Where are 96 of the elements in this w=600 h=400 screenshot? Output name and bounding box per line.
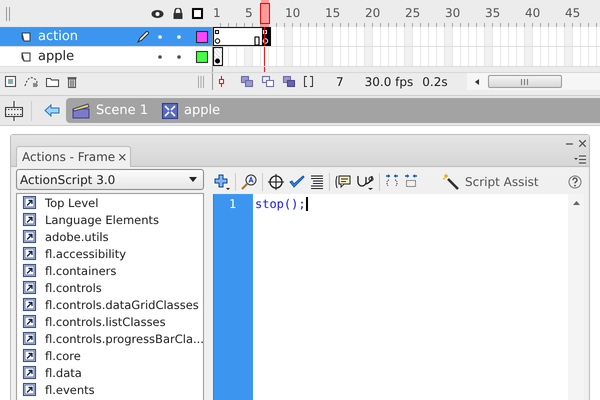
frame-span[interactable] (213, 27, 271, 46)
layer-icon (21, 32, 31, 42)
layer-icon (21, 52, 31, 62)
package-icon (23, 298, 36, 311)
dot-icon[interactable] (177, 54, 181, 58)
toolbox-item[interactable]: fl.containers (45, 264, 116, 278)
onion-markers-icon[interactable] (304, 76, 313, 87)
frame-number: 15 (325, 6, 340, 20)
layer-color-swatch[interactable] (196, 50, 208, 62)
package-icon (23, 213, 36, 226)
toolbox-item[interactable]: fl.data (45, 366, 82, 380)
vertical-scrollbar[interactable] (568, 194, 584, 400)
add-icon[interactable] (214, 174, 230, 190)
toolbox-item[interactable]: Language Elements (45, 212, 160, 226)
package-icon (23, 366, 36, 379)
toolbox-item[interactable]: fl.controls (45, 280, 102, 294)
frame-number: 30 (445, 6, 460, 20)
current-frame: 7 (336, 74, 344, 88)
package-icon (23, 264, 36, 277)
scroll-left-icon[interactable] (474, 78, 479, 84)
frame-number: 25 (405, 6, 420, 20)
scrollbar-thumb[interactable] (488, 75, 562, 88)
panel-menu-icon[interactable] (574, 155, 586, 164)
frame-number: 20 (365, 6, 380, 20)
outline-icon[interactable] (192, 8, 203, 19)
help-icon[interactable] (568, 174, 582, 188)
scroll-up-icon[interactable] (572, 201, 580, 205)
toolbox-item[interactable]: fl.controls.progressBarCla... (45, 332, 203, 346)
frame-rate: 30.0 fps (364, 74, 414, 88)
text-cursor (306, 197, 308, 211)
package-icon (23, 247, 36, 260)
eye-icon[interactable] (151, 8, 164, 18)
frame-ruler[interactable]: 1 5 10 15 20 25 30 35 40 45 (213, 0, 600, 27)
grip-icon[interactable] (198, 76, 204, 88)
package-icon (23, 230, 36, 243)
toolbox-item[interactable]: fl.accessibility (45, 246, 126, 260)
dot-icon[interactable] (158, 34, 162, 38)
clapperboard-icon (72, 102, 90, 118)
close-icon[interactable] (579, 140, 586, 147)
folder-icon[interactable] (46, 76, 59, 87)
debug-icon[interactable] (356, 174, 374, 190)
onion-skin-icon[interactable] (241, 76, 253, 87)
toolbox-item[interactable]: adobe.utils (45, 230, 109, 244)
toolbox-item[interactable]: fl.core (45, 348, 81, 362)
dot-icon[interactable] (158, 54, 162, 58)
package-icon (23, 332, 36, 345)
package-icon (23, 315, 36, 328)
keyframe-icon[interactable] (262, 28, 269, 45)
package-icon (23, 349, 36, 362)
edit-multiple-frames-icon[interactable] (283, 76, 295, 87)
code-editor[interactable]: stop(); (253, 194, 568, 400)
package-icon (23, 196, 36, 209)
comment-icon[interactable] (335, 174, 351, 190)
checkmark-icon[interactable] (289, 174, 305, 190)
pencil-icon (137, 30, 149, 42)
frame-number: 40 (525, 6, 540, 20)
layer-color-swatch[interactable] (196, 30, 208, 42)
film-strip-icon[interactable] (5, 100, 32, 120)
magic-wand-icon (443, 174, 459, 190)
grip-icon (521, 78, 528, 84)
toolbox-item[interactable]: fl.controls.listClasses (45, 314, 166, 328)
layer-name[interactable]: apple (38, 49, 74, 64)
toolbox-item[interactable]: fl.events (45, 382, 95, 396)
frame-number: 10 (285, 6, 300, 20)
motion-guide-icon[interactable] (24, 76, 38, 87)
keyframe-icon[interactable] (214, 28, 221, 45)
package-icon (23, 281, 36, 294)
target-icon[interactable] (268, 174, 284, 190)
lock-icon[interactable] (173, 8, 183, 19)
panel-tab[interactable]: Actions - Frame × (16, 146, 132, 167)
new-layer-icon[interactable] (5, 76, 16, 87)
package-icon (23, 383, 36, 396)
line-number: 1 (228, 197, 238, 211)
language-dropdown[interactable]: ActionScript 3.0 (16, 169, 204, 190)
horizontal-scrollbar[interactable] (466, 73, 600, 90)
collapse-selection-icon[interactable] (404, 174, 418, 190)
center-frame-icon[interactable] (219, 76, 224, 87)
code-line: stop(); (255, 197, 306, 211)
dropdown-arrow-icon (189, 177, 197, 182)
frame-number: 45 (565, 6, 580, 20)
onion-outline-icon[interactable] (262, 76, 274, 87)
trash-icon[interactable] (67, 76, 77, 88)
elapsed-time: 0.2s (422, 74, 448, 88)
frame-number: 1 (213, 6, 221, 20)
grip-icon[interactable] (6, 6, 12, 20)
symbol-icon (162, 102, 178, 118)
dot-icon[interactable] (177, 34, 181, 38)
back-arrow-icon[interactable] (44, 104, 60, 117)
script-assist-button[interactable]: Script Assist (443, 174, 539, 190)
tab-close-button[interactable]: × (117, 150, 128, 164)
toolbox-item[interactable]: Top Level (45, 196, 98, 210)
search-icon[interactable] (241, 174, 257, 190)
frame-number: 5 (245, 6, 253, 20)
frame-number: 35 (485, 6, 500, 20)
toolbox-item[interactable]: fl.controls.dataGridClasses (45, 298, 199, 312)
align-lines-icon[interactable] (310, 174, 324, 190)
